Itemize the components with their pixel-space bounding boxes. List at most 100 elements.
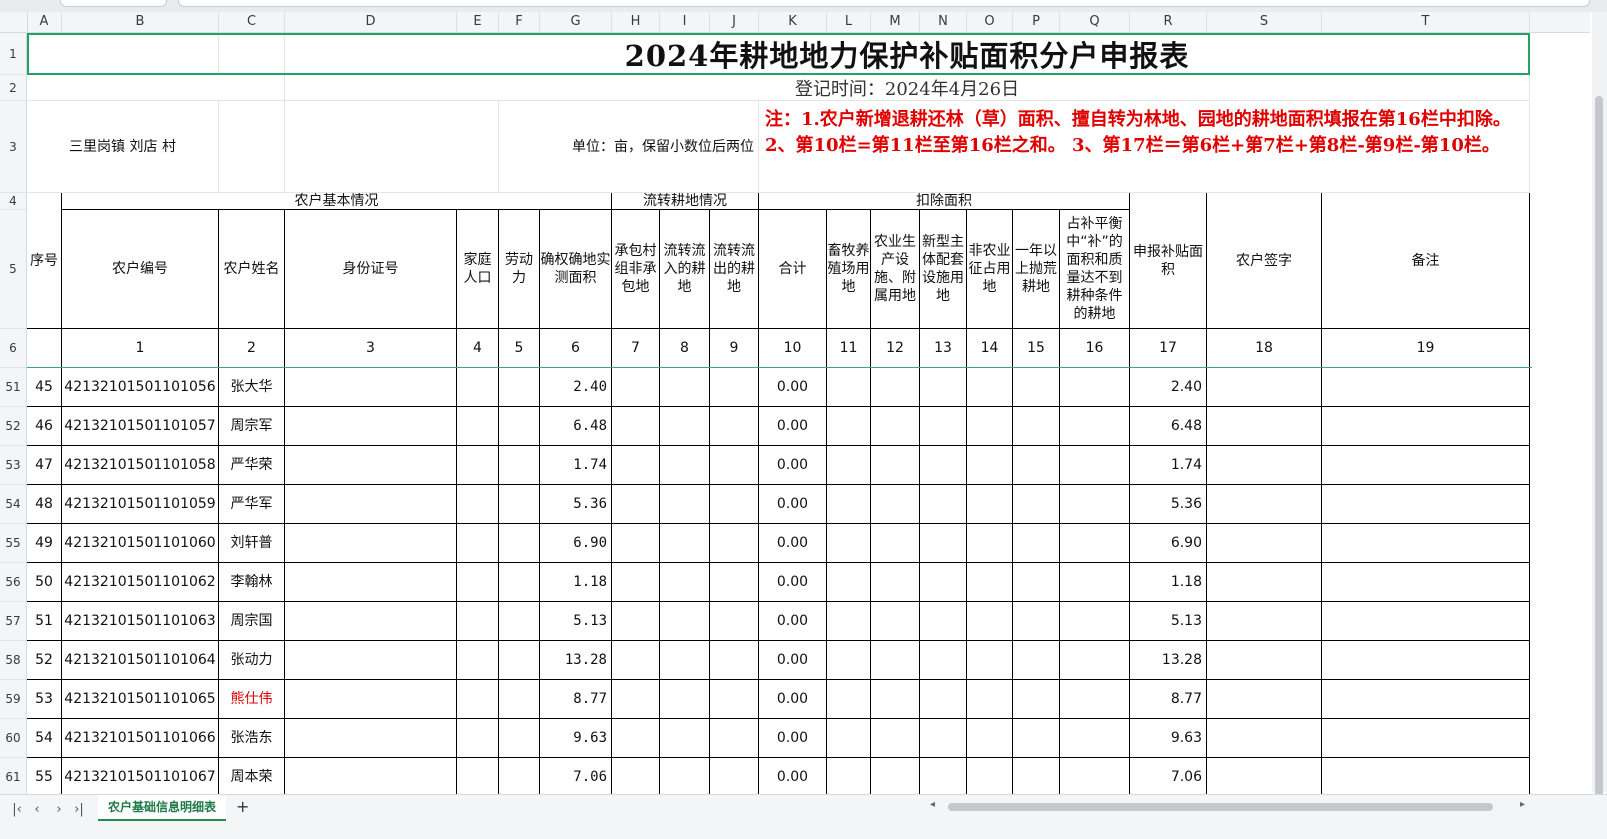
cell-empty[interactable] <box>612 641 660 680</box>
cell-seq[interactable]: 53 <box>27 680 62 719</box>
header-num-3[interactable]: 3 <box>285 329 457 368</box>
cell-empty[interactable] <box>967 680 1013 719</box>
cell-signature[interactable] <box>1207 641 1322 680</box>
header-num-4[interactable]: 4 <box>457 329 499 368</box>
cell-measured-area[interactable]: 9.63 <box>540 719 612 758</box>
header-col-19[interactable]: 备注 <box>1322 193 1530 329</box>
cell-declared-area[interactable]: 6.90 <box>1130 524 1207 563</box>
header-col-1[interactable]: 农户编号 <box>62 210 219 329</box>
cell-C3[interactable] <box>219 101 285 193</box>
cell-empty[interactable] <box>967 563 1013 602</box>
cell-deduct-total[interactable]: 0.00 <box>759 407 827 446</box>
row-header-51[interactable]: 51 <box>0 368 26 407</box>
cell-empty[interactable] <box>285 407 457 446</box>
cell-empty[interactable] <box>710 446 759 485</box>
cell-empty[interactable] <box>871 524 920 563</box>
column-header-C[interactable]: C <box>219 12 285 32</box>
cell-declared-area[interactable]: 9.63 <box>1130 719 1207 758</box>
column-header-Q[interactable]: Q <box>1060 12 1130 32</box>
header-col-17[interactable]: 申报补贴面积 <box>1130 193 1207 329</box>
cell-empty[interactable] <box>1013 602 1060 641</box>
cell-empty[interactable] <box>1060 719 1130 758</box>
location[interactable]: 三里岗镇 刘店 村 <box>27 101 219 193</box>
row-header-61[interactable]: 61 <box>0 758 26 797</box>
cell-signature[interactable] <box>1207 485 1322 524</box>
cell-empty[interactable] <box>710 485 759 524</box>
cell-empty[interactable] <box>660 641 710 680</box>
cell-farmer-id[interactable]: 42132101501101065 <box>62 680 219 719</box>
cell-D3[interactable] <box>285 101 499 193</box>
row-header-58[interactable]: 58 <box>0 641 26 680</box>
cell-empty[interactable] <box>660 719 710 758</box>
cell-remarks[interactable] <box>1322 719 1530 758</box>
cell-empty[interactable] <box>612 446 660 485</box>
header-basic-group[interactable]: 农户基本情况 <box>62 193 612 210</box>
cell-farmer-id[interactable]: 42132101501101056 <box>62 368 219 407</box>
row-header-2[interactable]: 2 <box>0 75 26 101</box>
instruction-note[interactable]: 注：1.农户新增退耕还林（草）面积、擅自转为林地、园地的耕地面积填报在第16栏中… <box>759 101 1530 193</box>
cell-empty[interactable] <box>285 368 457 407</box>
column-header-B[interactable]: B <box>62 12 219 32</box>
header-num-16[interactable]: 16 <box>1060 329 1130 368</box>
cell-empty[interactable] <box>1060 680 1130 719</box>
cell-deduct-total[interactable]: 0.00 <box>759 602 827 641</box>
cell-empty[interactable] <box>499 446 540 485</box>
header-col-4[interactable]: 家庭人口 <box>457 210 499 329</box>
header-num-10[interactable]: 10 <box>759 329 827 368</box>
header-col-3[interactable]: 身份证号 <box>285 210 457 329</box>
header-num-1[interactable]: 1 <box>62 329 219 368</box>
header-col-8[interactable]: 流转流入的耕地 <box>660 210 710 329</box>
row-header-5[interactable]: 5 <box>0 210 26 329</box>
cell-empty[interactable] <box>1060 368 1130 407</box>
row-header-60[interactable]: 60 <box>0 719 26 758</box>
cell-empty[interactable] <box>612 485 660 524</box>
cell-empty[interactable] <box>1013 446 1060 485</box>
cell-farmer-name[interactable]: 张大华 <box>219 368 285 407</box>
cell-empty[interactable] <box>285 446 457 485</box>
row-header-54[interactable]: 54 <box>0 485 26 524</box>
cell-empty[interactable] <box>499 524 540 563</box>
cell-seq[interactable]: 49 <box>27 524 62 563</box>
cell-empty[interactable] <box>285 680 457 719</box>
cell-deduct-total[interactable]: 0.00 <box>759 524 827 563</box>
cell-empty[interactable] <box>612 680 660 719</box>
header-col-15[interactable]: 一年以上抛荒耕地 <box>1013 210 1060 329</box>
cell-empty[interactable] <box>457 680 499 719</box>
unit-note[interactable]: 单位：亩，保留小数位后两位 <box>499 101 759 193</box>
cell-empty[interactable] <box>1060 485 1130 524</box>
cell-empty[interactable] <box>499 602 540 641</box>
cell-farmer-id[interactable]: 42132101501101064 <box>62 641 219 680</box>
cell-empty[interactable] <box>285 563 457 602</box>
cell-seq[interactable]: 46 <box>27 407 62 446</box>
header-num-blank[interactable] <box>27 329 62 368</box>
cell-empty[interactable] <box>827 563 871 602</box>
header-col-18[interactable]: 农户签字 <box>1207 193 1322 329</box>
cell-empty[interactable] <box>285 485 457 524</box>
cell-empty[interactable] <box>827 758 871 797</box>
header-num-19[interactable]: 19 <box>1322 329 1530 368</box>
row-header-1[interactable]: 1 <box>0 33 26 75</box>
header-col-14[interactable]: 非农业征占用地 <box>967 210 1013 329</box>
row-header-53[interactable]: 53 <box>0 446 26 485</box>
cell-farmer-name[interactable]: 周本荣 <box>219 758 285 797</box>
column-header-T[interactable]: T <box>1322 12 1530 32</box>
cell-empty[interactable] <box>920 719 967 758</box>
row-header-3[interactable]: 3 <box>0 101 26 193</box>
cell-seq[interactable]: 50 <box>27 563 62 602</box>
cell-empty[interactable] <box>1060 758 1130 797</box>
header-transfer-group[interactable]: 流转耕地情况 <box>612 193 759 210</box>
cell-empty[interactable] <box>827 446 871 485</box>
cell-farmer-id[interactable]: 42132101501101067 <box>62 758 219 797</box>
cell-empty[interactable] <box>285 641 457 680</box>
cell-empty[interactable] <box>967 485 1013 524</box>
column-header-J[interactable]: J <box>710 12 759 32</box>
cell-empty[interactable] <box>612 602 660 641</box>
scroll-left-icon[interactable]: ◂ <box>930 799 935 810</box>
cell-empty[interactable] <box>871 368 920 407</box>
cell-farmer-id[interactable]: 42132101501101066 <box>62 719 219 758</box>
column-header-D[interactable]: D <box>285 12 457 32</box>
cell-empty[interactable] <box>920 563 967 602</box>
cell-empty[interactable] <box>660 446 710 485</box>
cell-farmer-name[interactable]: 熊仕伟 <box>219 680 285 719</box>
cell-empty[interactable] <box>920 485 967 524</box>
